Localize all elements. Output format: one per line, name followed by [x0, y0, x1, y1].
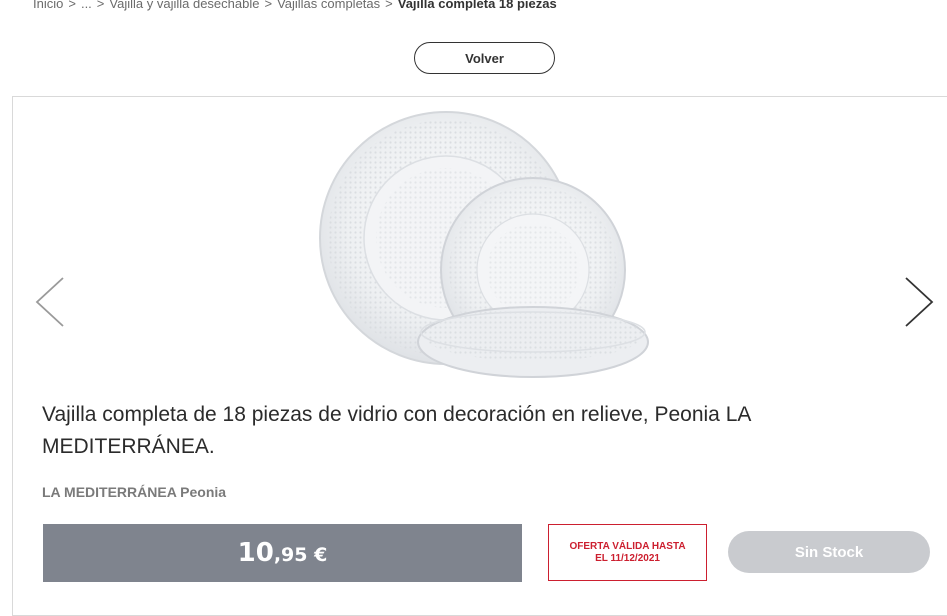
product-title: Vajilla completa de 18 piezas de vidrio …	[42, 403, 751, 458]
offer-line-1: OFERTA VÁLIDA HASTA	[569, 540, 686, 552]
chevron-left-icon[interactable]	[33, 276, 67, 328]
price-currency: €	[307, 544, 328, 566]
price-decimal: ,95	[273, 544, 308, 566]
product-price: 10,95 €	[238, 538, 328, 568]
offer-line-2: EL 11/12/2021	[595, 552, 660, 564]
out-of-stock-button[interactable]: Sin Stock	[728, 531, 930, 573]
product-image-carousel	[0, 0, 947, 390]
product-brand[interactable]: LA MEDITERRÁNEA Peonia	[42, 484, 226, 500]
glass-tableware-image[interactable]	[318, 110, 654, 385]
price-box: 10,95 €	[43, 524, 522, 582]
offer-validity-badge: OFERTA VÁLIDA HASTA EL 11/12/2021	[548, 524, 707, 581]
price-integer: 10	[237, 538, 274, 568]
chevron-right-icon[interactable]	[902, 276, 936, 328]
